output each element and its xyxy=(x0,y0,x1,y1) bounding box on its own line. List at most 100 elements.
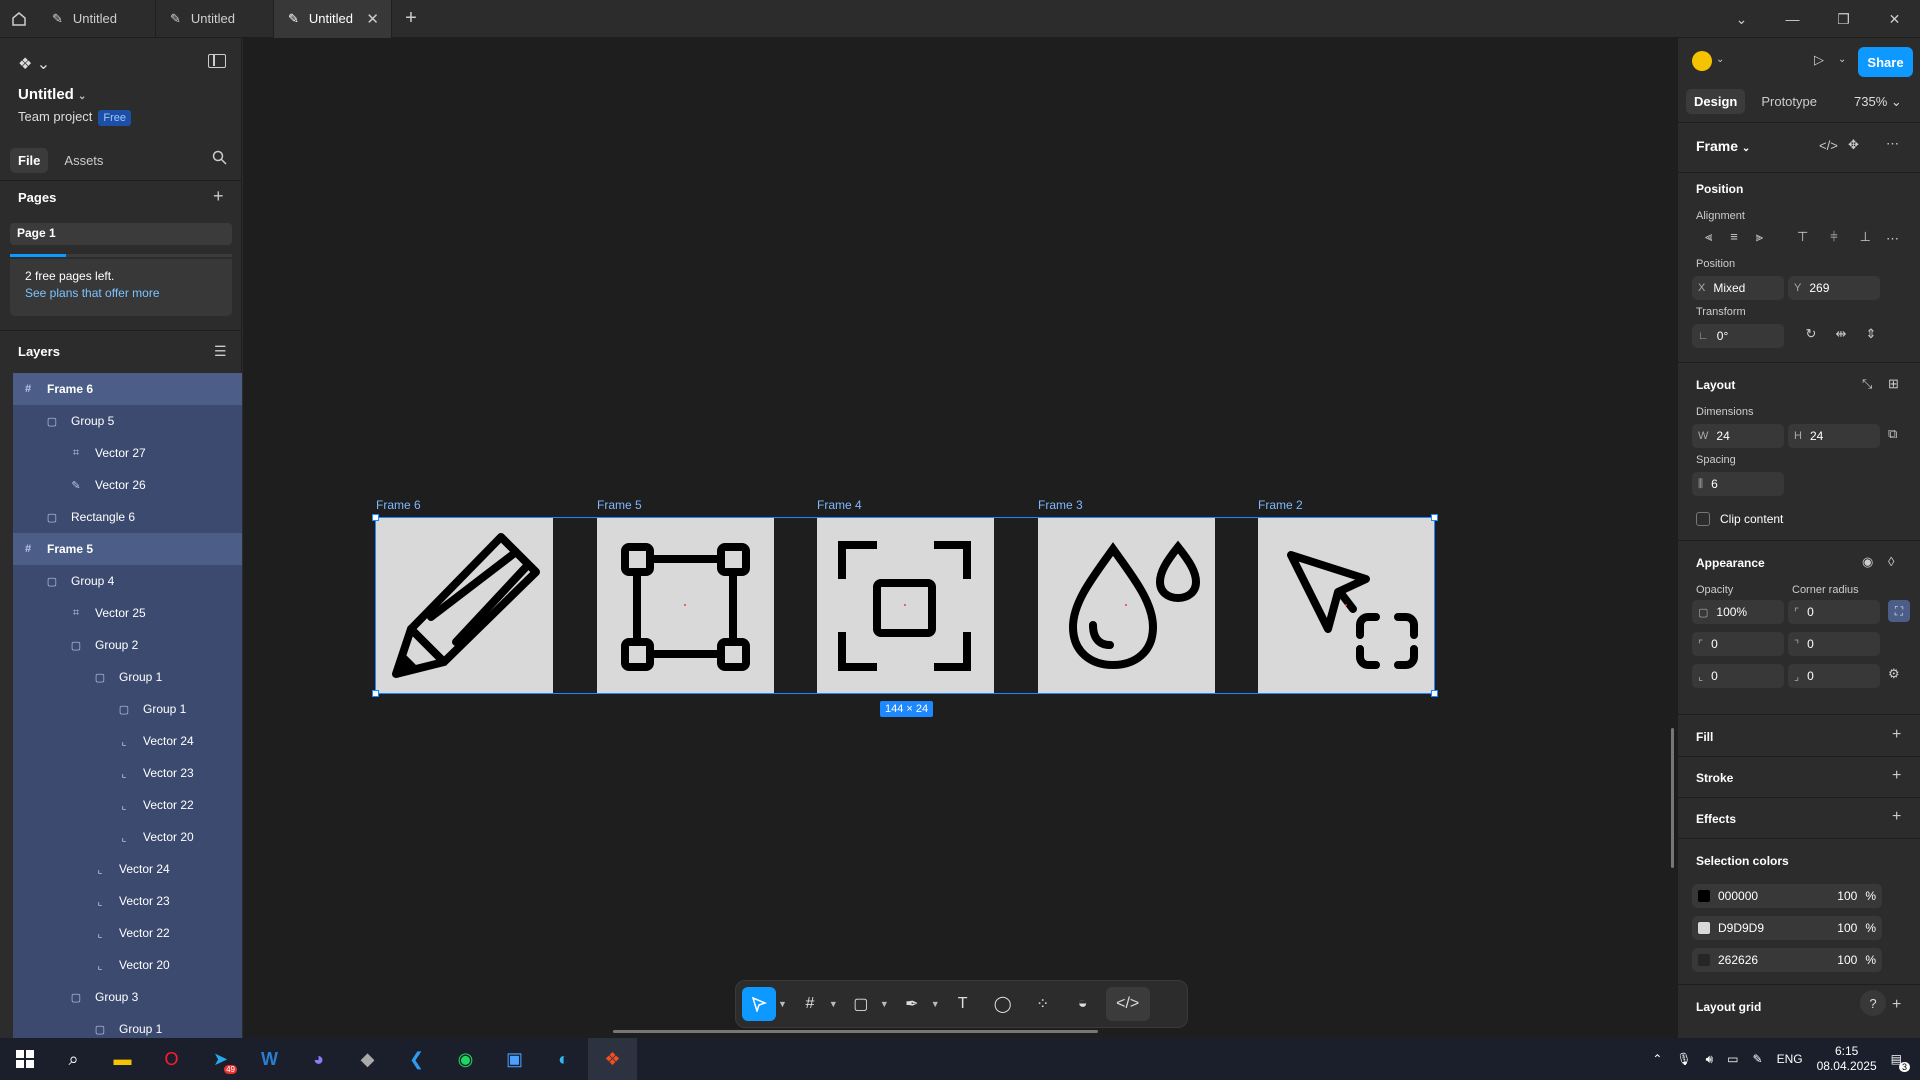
chevron-down-icon[interactable]: ⌄ xyxy=(1716,54,1724,65)
edge-icon[interactable]: ◐ xyxy=(539,1038,588,1080)
discord-icon[interactable]: ◕ xyxy=(294,1038,343,1080)
align-middle-icon[interactable]: ⫩ xyxy=(1830,229,1837,253)
restore-icon[interactable]: ❐ xyxy=(1818,0,1869,38)
new-tab-button[interactable]: + xyxy=(392,7,430,30)
align-center-icon[interactable]: ≡ xyxy=(1730,229,1738,253)
color-swatch[interactable] xyxy=(1698,954,1710,966)
figma-menu-icon[interactable]: ❖ ⌄ xyxy=(18,54,50,74)
spacing-field[interactable]: ⫼ 6 xyxy=(1692,472,1784,496)
rotation-field[interactable]: ∟ 0° xyxy=(1692,324,1784,348)
layer-item[interactable]: ▢ Group 4 xyxy=(13,565,242,597)
color-swatch[interactable] xyxy=(1698,922,1710,934)
vertical-scrollbar[interactable] xyxy=(1671,728,1674,868)
tab-prototype[interactable]: Prototype xyxy=(1753,89,1825,114)
shape-tool-button[interactable]: ▢ xyxy=(844,987,878,1021)
zoom-level[interactable]: 735% ⌄ xyxy=(1854,94,1902,110)
frame-tool-button[interactable]: # xyxy=(793,987,827,1021)
code-icon[interactable]: </> xyxy=(1819,138,1838,153)
microphone-icon[interactable]: 🎙︎ xyxy=(1676,1052,1691,1066)
chevron-down-icon[interactable]: ▼ xyxy=(931,999,940,1009)
text-tool-button[interactable]: T xyxy=(946,987,980,1021)
page-item-page-1[interactable]: Page 1 xyxy=(10,223,232,245)
pen-icon[interactable]: ✎ xyxy=(1753,1052,1763,1066)
minimize-icon[interactable]: — xyxy=(1767,0,1818,38)
opera-icon[interactable]: O xyxy=(147,1038,196,1080)
comment-tool-button[interactable]: ◯ xyxy=(986,987,1020,1021)
frame-label[interactable]: Frame 2 xyxy=(1258,498,1303,512)
search-icon[interactable]: ⌕ xyxy=(49,1038,98,1080)
add-fill-button[interactable]: + xyxy=(1892,726,1901,744)
align-right-icon[interactable]: ⫸ xyxy=(1756,229,1763,253)
component-icon[interactable]: ✥ xyxy=(1848,137,1859,153)
layer-item[interactable]: ⌞ Vector 23 xyxy=(13,757,242,789)
layer-frame[interactable]: # Frame 5 xyxy=(13,533,242,565)
figma-taskbar-icon[interactable]: ❖ xyxy=(588,1038,637,1080)
selection-type[interactable]: Frame ⌄ xyxy=(1696,138,1750,154)
language-indicator[interactable]: ENG xyxy=(1777,1052,1803,1066)
layer-item[interactable]: ⌞ Vector 20 xyxy=(13,949,242,981)
height-field[interactable]: H 24 xyxy=(1788,424,1880,448)
home-icon[interactable] xyxy=(0,0,38,38)
layers-list-icon[interactable]: ☰ xyxy=(214,343,227,360)
search-icon[interactable] xyxy=(212,150,227,169)
selection-color-row[interactable]: 000000 100 % xyxy=(1692,884,1882,908)
chevron-up-icon[interactable]: ⌃ xyxy=(1652,1052,1662,1066)
x-position-field[interactable]: X Mixed xyxy=(1692,276,1784,300)
align-left-icon[interactable]: ⫷ xyxy=(1705,229,1712,253)
share-button[interactable]: Share xyxy=(1858,47,1913,77)
windows-start-icon[interactable] xyxy=(0,1038,49,1080)
clip-content-checkbox[interactable] xyxy=(1696,512,1710,526)
frame-label[interactable]: Frame 5 xyxy=(597,498,642,512)
volume-icon[interactable]: 🔊︎ xyxy=(1706,1052,1714,1067)
clock[interactable]: 6:15 08.04.2025 xyxy=(1817,1044,1877,1074)
corner-top-left-field[interactable]: ⌜ 0 xyxy=(1692,632,1784,656)
layer-item[interactable]: ⌞ Vector 24 xyxy=(13,853,242,885)
color-swatch[interactable] xyxy=(1698,890,1710,902)
telegram-icon[interactable]: ➤ 49 xyxy=(196,1038,245,1080)
corner-settings-icon[interactable]: ⚙ xyxy=(1888,666,1900,682)
move-tool-button[interactable] xyxy=(742,987,776,1021)
layer-item[interactable]: ⌞ Vector 24 xyxy=(13,725,242,757)
add-page-button[interactable]: + xyxy=(213,186,224,207)
rotate-icon[interactable]: ↻ xyxy=(1806,326,1817,342)
corner-bottom-right-field[interactable]: ⌟ 0 xyxy=(1788,664,1880,688)
sidebar-toggle-icon[interactable] xyxy=(208,54,226,68)
layer-item[interactable]: ✎ Vector 26 xyxy=(13,469,242,501)
design-canvas[interactable]: Frame 6 Frame 5 Frame 4 Frame 3 Frame 2 xyxy=(243,38,1677,1038)
tab-file[interactable]: File xyxy=(10,148,49,173)
layer-item[interactable]: ⌞ Vector 22 xyxy=(13,789,242,821)
align-bottom-icon[interactable]: ⊥ xyxy=(1860,229,1871,253)
resize-handle[interactable] xyxy=(1431,690,1438,697)
layer-item[interactable]: ⌞ Vector 22 xyxy=(13,917,242,949)
independent-corners-toggle[interactable]: ⛶ xyxy=(1888,600,1910,622)
y-position-field[interactable]: Y 269 xyxy=(1788,276,1880,300)
help-button[interactable]: ? xyxy=(1860,990,1886,1016)
resize-handle[interactable] xyxy=(1431,514,1438,521)
horizontal-scrollbar[interactable] xyxy=(613,1030,1098,1033)
close-icon[interactable]: ✕ xyxy=(1869,0,1920,38)
vscode-icon[interactable]: ❮ xyxy=(392,1038,441,1080)
spotify-icon[interactable]: ◉ xyxy=(441,1038,490,1080)
tab-untitled-1[interactable]: ✎ Untitled xyxy=(38,0,156,38)
see-plans-link[interactable]: See plans that offer more xyxy=(25,286,217,300)
corner-top-right-field[interactable]: ⌝ 0 xyxy=(1788,632,1880,656)
frame-label[interactable]: Frame 6 xyxy=(376,498,421,512)
width-field[interactable]: W 24 xyxy=(1692,424,1784,448)
more-icon[interactable]: ⋯ xyxy=(1886,231,1899,247)
auto-layout-icon[interactable]: ⊞ xyxy=(1888,376,1899,392)
chevron-down-icon[interactable]: ⌄ xyxy=(1716,0,1767,38)
tab-design[interactable]: Design xyxy=(1686,89,1746,114)
play-icon[interactable]: ▷ xyxy=(1814,52,1824,68)
tab-assets[interactable]: Assets xyxy=(56,148,111,173)
eye-icon[interactable]: ◉ xyxy=(1862,554,1873,570)
resize-handle[interactable] xyxy=(372,514,379,521)
drop-icon[interactable]: ◊ xyxy=(1888,554,1894,569)
tab-untitled-3[interactable]: ✎ Untitled ✕ xyxy=(274,0,392,38)
flip-horizontal-icon[interactable]: ⇹ xyxy=(1836,326,1847,342)
app-window-icon[interactable]: ▣ xyxy=(490,1038,539,1080)
flip-vertical-icon[interactable]: ⇕ xyxy=(1866,326,1877,342)
add-stroke-button[interactable]: + xyxy=(1892,767,1901,785)
pen-tool-button[interactable]: ✒ xyxy=(895,987,929,1021)
selection-color-row[interactable]: D9D9D9 100 % xyxy=(1692,916,1882,940)
chevron-down-icon[interactable]: ▼ xyxy=(880,999,889,1009)
